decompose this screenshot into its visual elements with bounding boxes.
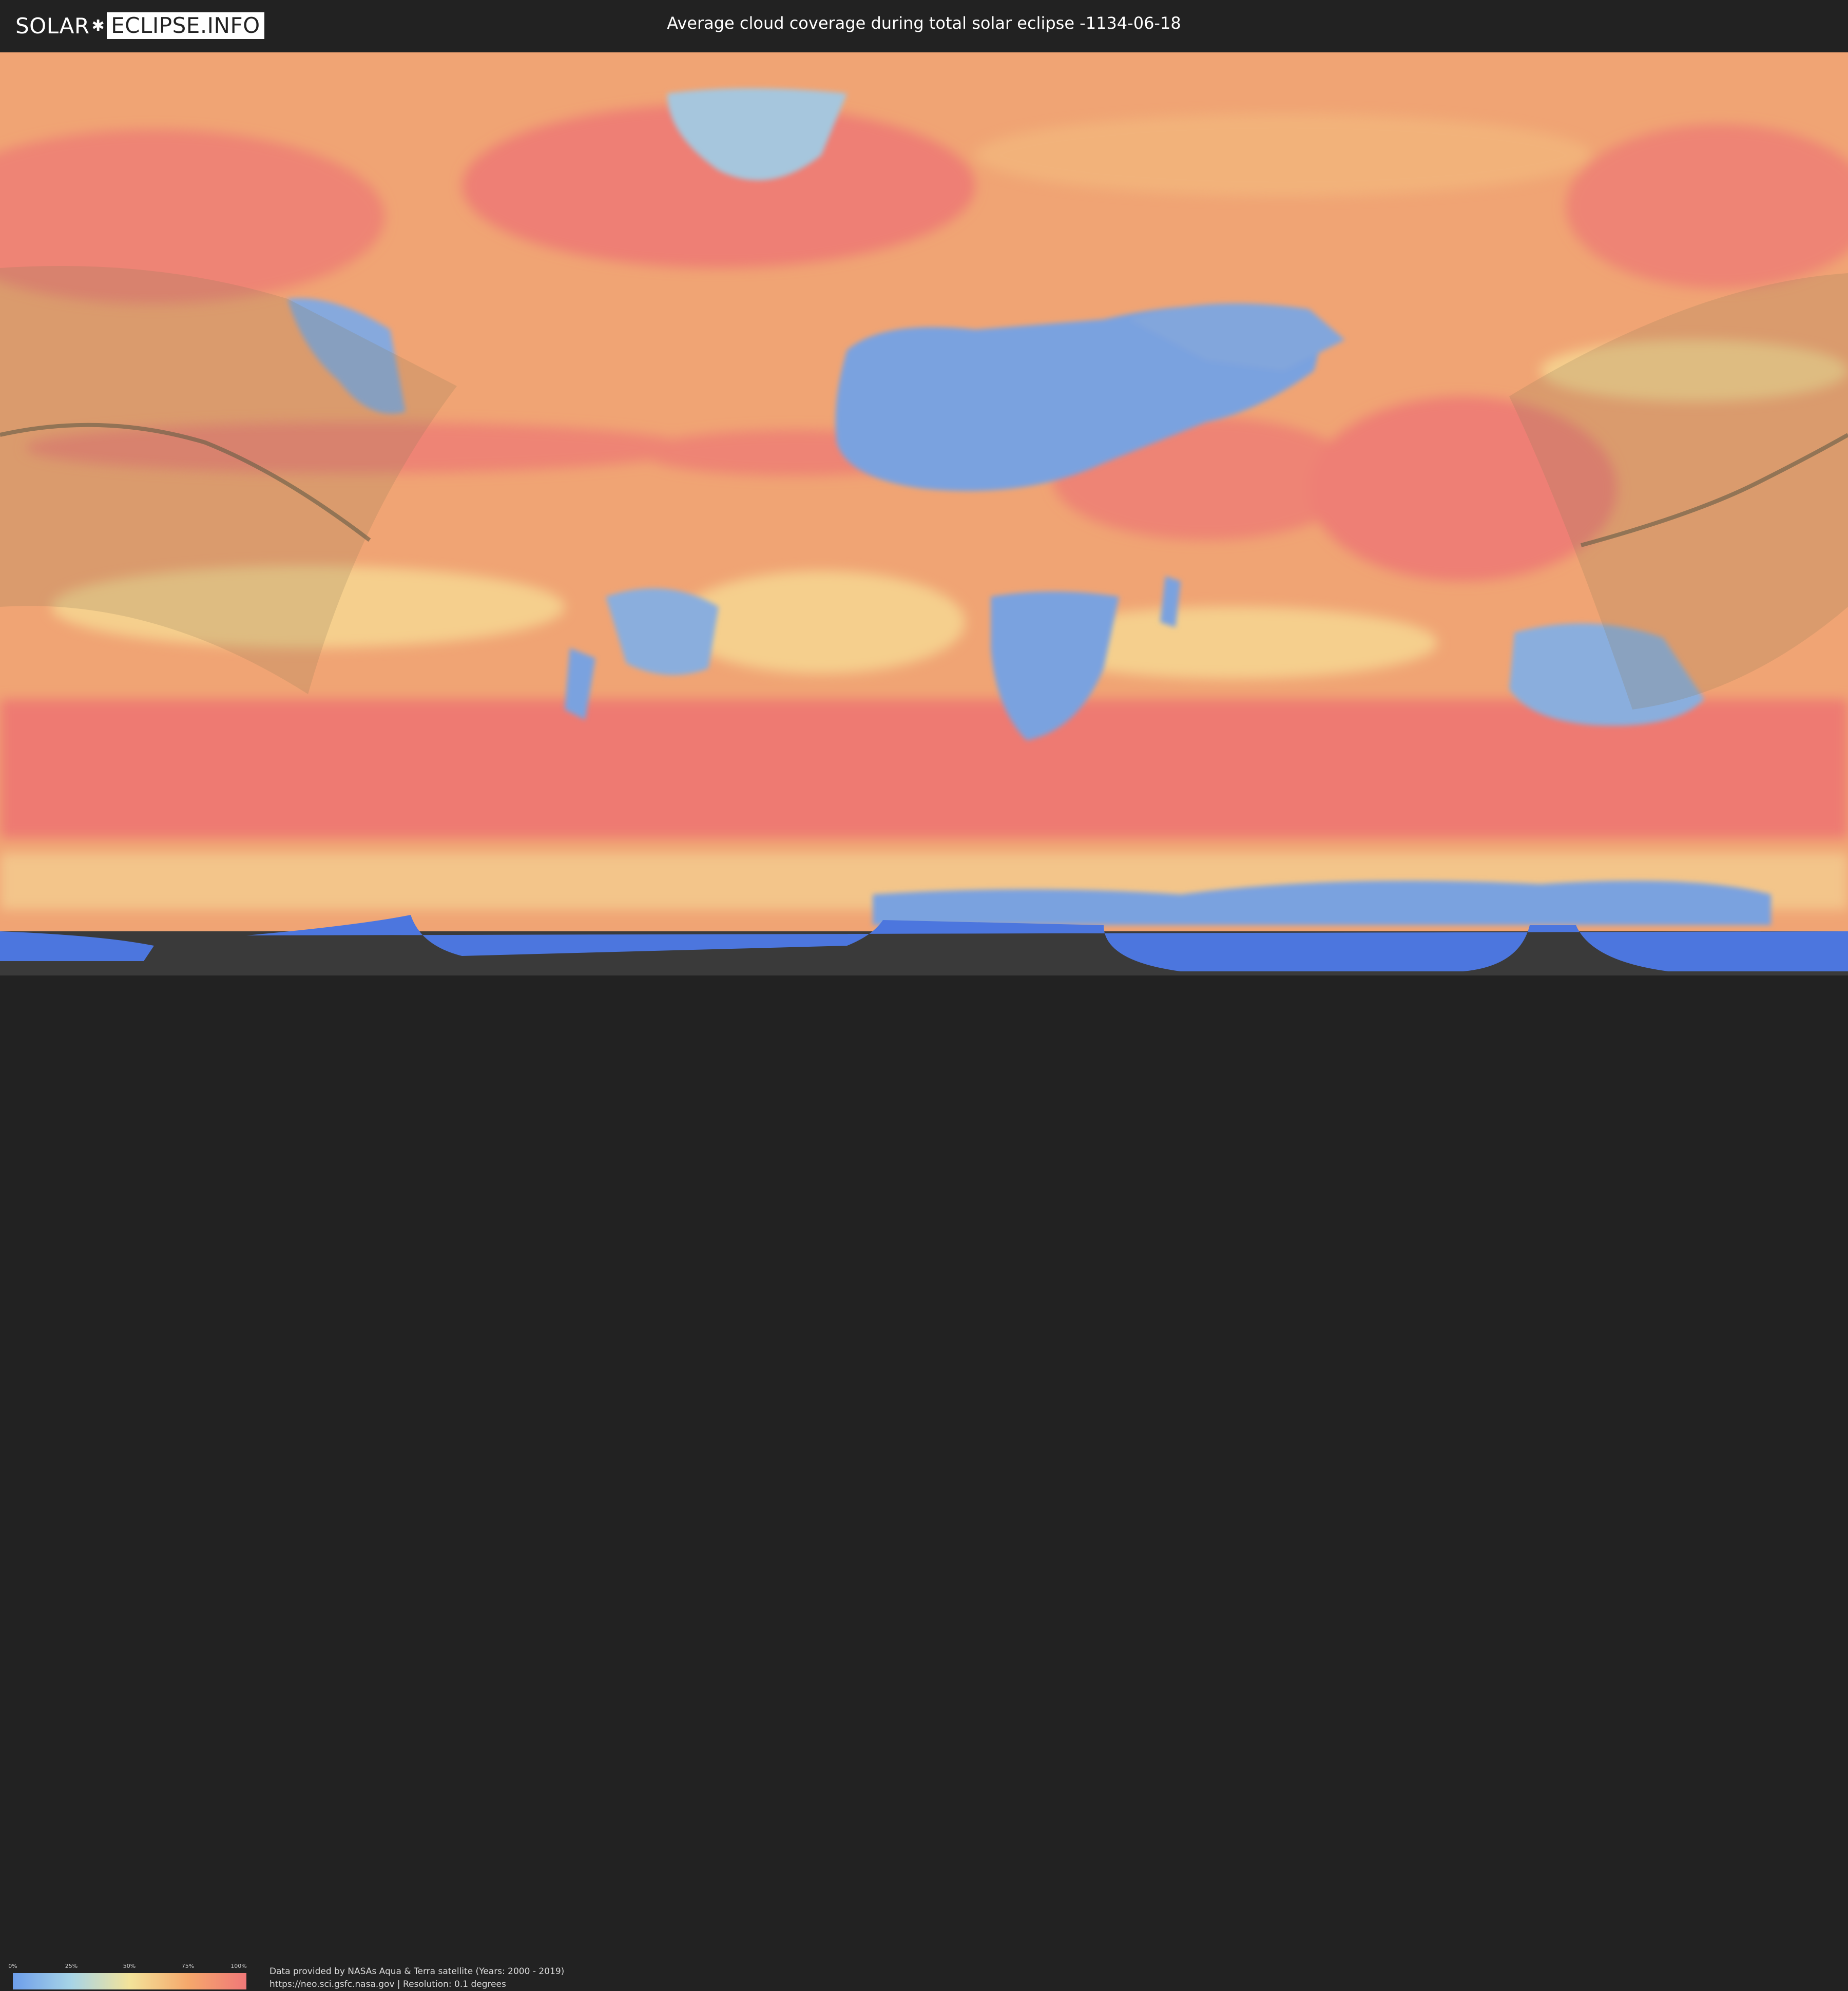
- cloud-band-siberia: [975, 114, 1591, 196]
- legend-tick-75: 75%: [181, 1963, 195, 1969]
- legend-tick-0: 0%: [8, 1963, 17, 1969]
- credit-line-source: Data provided by NASAs Aqua & Terra sate…: [270, 1966, 565, 1977]
- legend-tick-25: 25%: [65, 1963, 78, 1969]
- legend-tick-100: 100%: [230, 1963, 247, 1969]
- cloud-coverage-map[interactable]: [0, 52, 1848, 975]
- legend-gradient-bar: [13, 1973, 246, 1989]
- polar-night-no-data: [0, 931, 1848, 975]
- legend-tick-50: 50%: [123, 1963, 136, 1969]
- credit-line-resolution: https://neo.sci.gsfc.nasa.gov | Resoluti…: [270, 1979, 506, 1989]
- page-title: Average cloud coverage during total sola…: [667, 13, 1181, 33]
- clear-band-south-atlantic: [678, 571, 965, 674]
- color-legend: 0% 25% 50% 75% 100%: [8, 1963, 247, 1990]
- footer-bar: 0% 25% 50% 75% 100% Data provided by NAS…: [0, 975, 1848, 1989]
- data-credit: Data provided by NASAs Aqua & Terra sate…: [270, 1965, 564, 1991]
- header-bar: SOLAR ✱ ECLIPSE.INFO Average cloud cover…: [0, 0, 1848, 51]
